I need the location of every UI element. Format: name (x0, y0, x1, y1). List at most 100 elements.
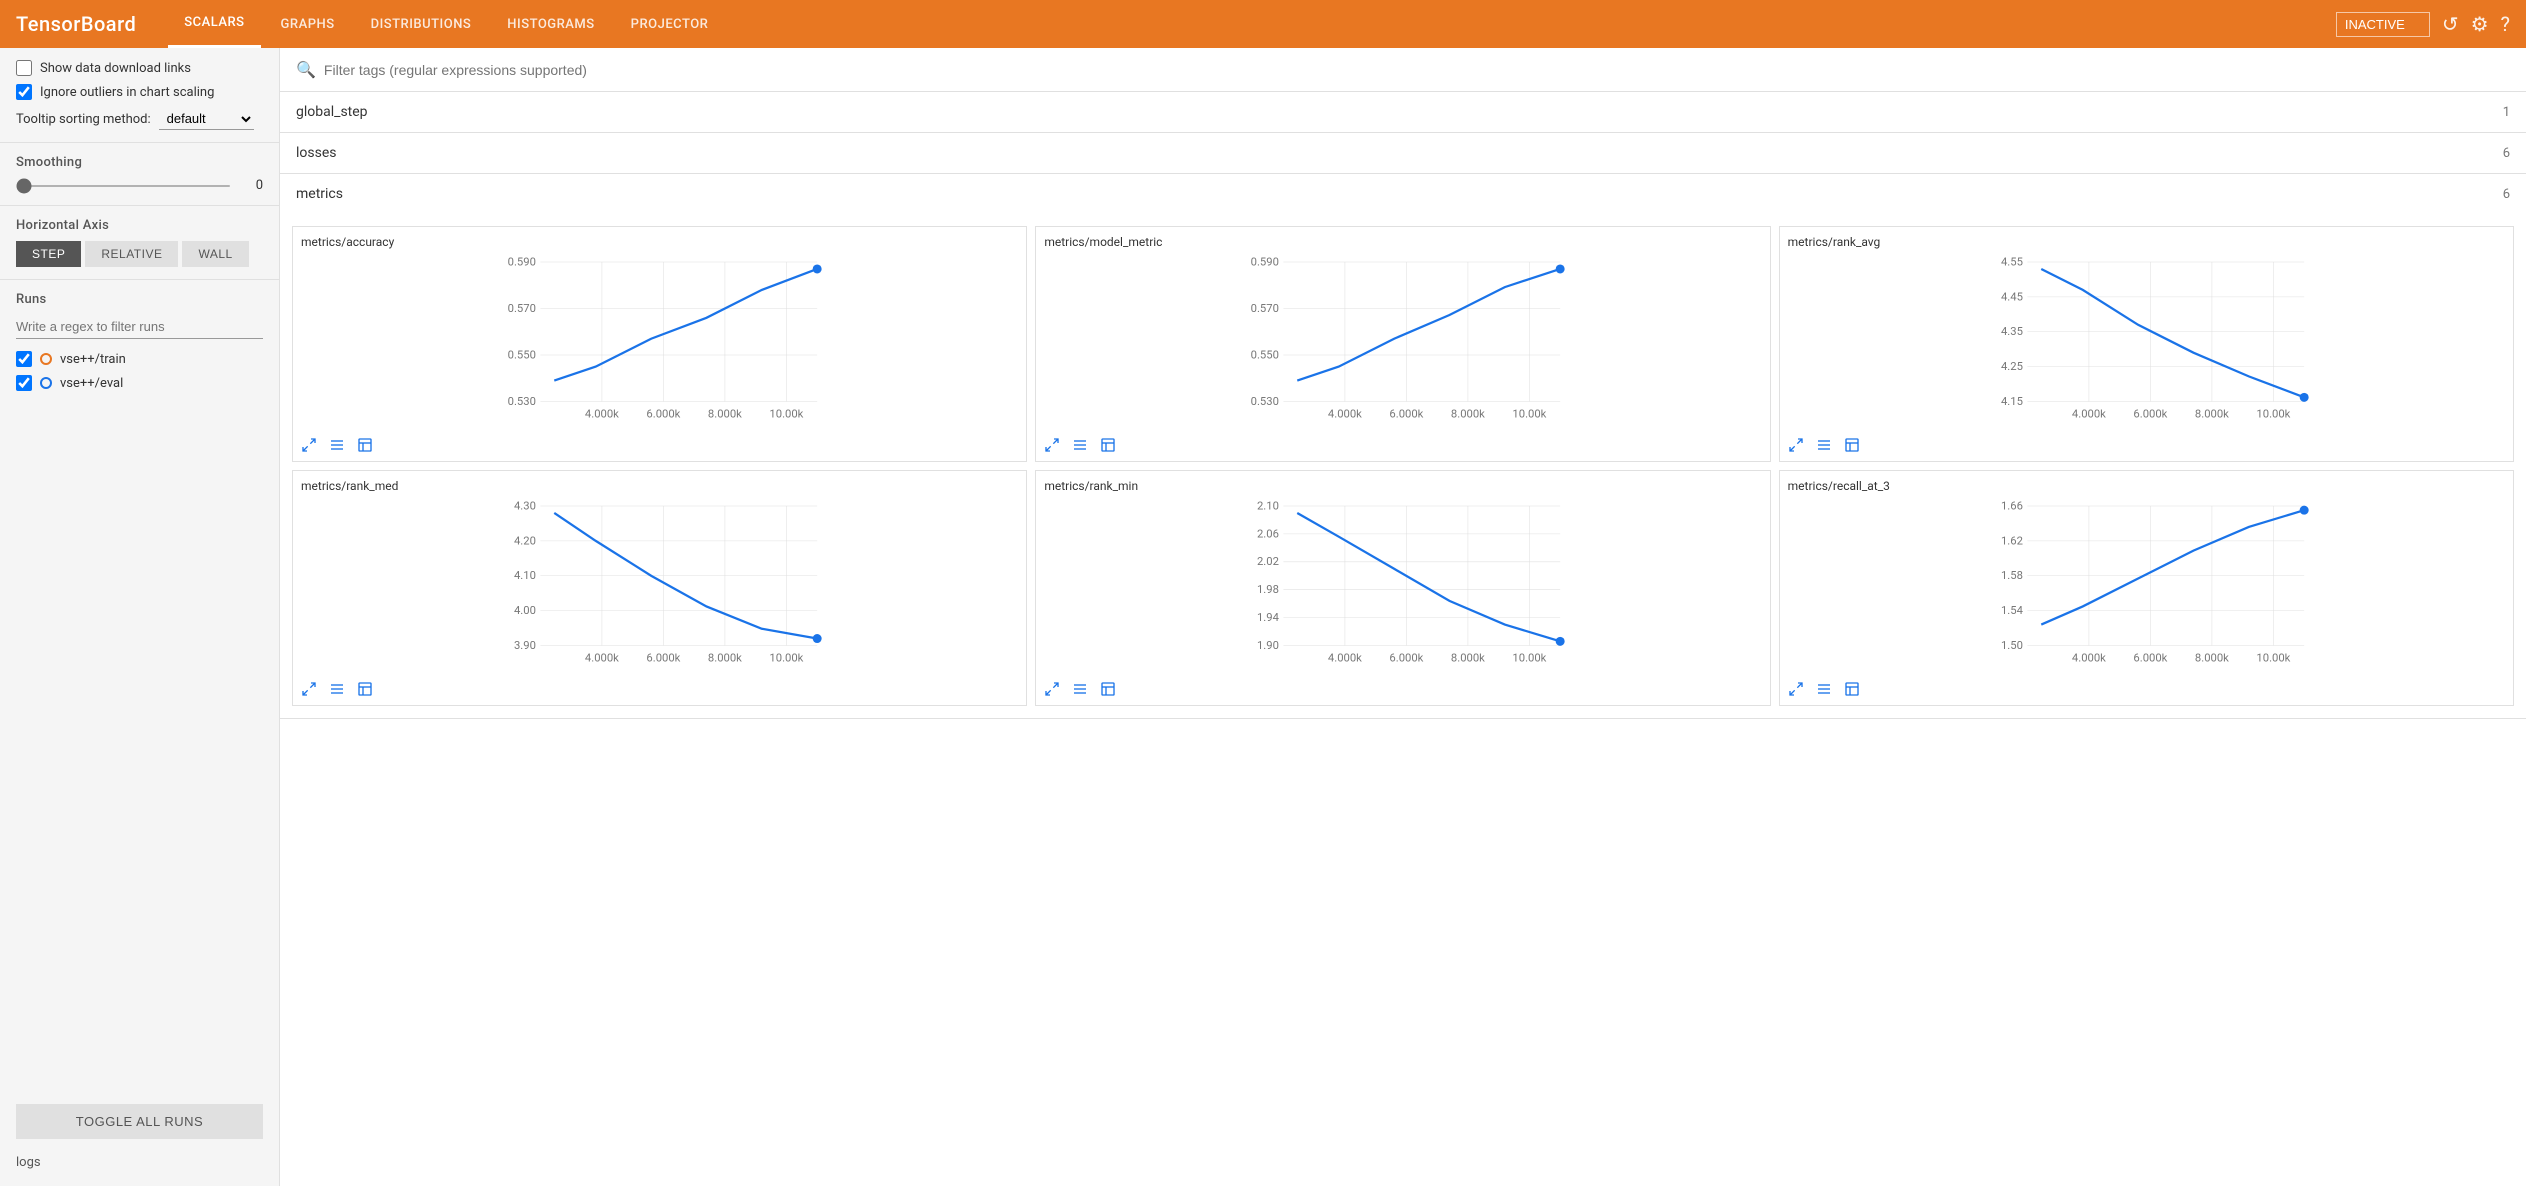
axis-btn-wall[interactable]: WALL (182, 241, 248, 267)
chart-title-5: metrics/recall_at_3 (1788, 479, 2505, 493)
toggle-all-runs-button[interactable]: TOGGLE ALL RUNS (16, 1104, 263, 1139)
svg-text:1.94: 1.94 (1257, 611, 1280, 624)
run-dot-train (40, 353, 52, 365)
data-table-icon[interactable] (329, 437, 345, 453)
expand-chart-icon[interactable] (301, 437, 317, 453)
download-chart-icon[interactable] (1844, 437, 1860, 453)
nav-distributions[interactable]: DISTRIBUTIONS (355, 0, 488, 48)
chart-area-2: 4.554.454.354.254.154.000k6.000k8.000k10… (1788, 253, 2505, 433)
data-table-icon[interactable] (1816, 437, 1832, 453)
ignore-outliers-checkbox[interactable] (16, 84, 32, 100)
run-checkbox-eval[interactable] (16, 375, 32, 391)
nav-histograms[interactable]: HISTOGRAMS (491, 0, 610, 48)
settings-icon[interactable]: ⚙ (2471, 12, 2489, 36)
svg-text:6.000k: 6.000k (2133, 651, 2167, 664)
run-label-train: vse++/train (60, 352, 126, 367)
chart-card-3: metrics/rank_med4.304.204.104.003.904.00… (292, 470, 1027, 706)
expand-chart-icon[interactable] (1788, 681, 1804, 697)
svg-text:10.00k: 10.00k (1513, 651, 1547, 664)
svg-text:8.000k: 8.000k (708, 651, 742, 664)
data-table-icon[interactable] (1072, 437, 1088, 453)
svg-text:8.000k: 8.000k (708, 407, 742, 420)
svg-text:1.58: 1.58 (2001, 569, 2023, 582)
svg-text:2.02: 2.02 (1257, 555, 1279, 568)
smoothing-slider[interactable] (16, 185, 231, 187)
runs-title: Runs (16, 292, 263, 307)
smoothing-section: Smoothing 0 (0, 142, 279, 205)
svg-text:6.000k: 6.000k (646, 651, 680, 664)
run-item-train[interactable]: vse++/train (16, 347, 263, 371)
tag-header-global-step[interactable]: global_step 1 (280, 92, 2526, 132)
axis-btn-relative[interactable]: RELATIVE (85, 241, 178, 267)
download-chart-icon[interactable] (1100, 681, 1116, 697)
tag-header-losses[interactable]: losses 6 (280, 133, 2526, 173)
main-nav: SCALARS GRAPHS DISTRIBUTIONS HISTOGRAMS … (168, 0, 2336, 48)
tag-count-losses: 6 (2503, 146, 2510, 161)
chart-card-4: metrics/rank_min2.102.062.021.981.941.90… (1035, 470, 1770, 706)
download-chart-icon[interactable] (1100, 437, 1116, 453)
tag-count-global-step: 1 (2503, 105, 2510, 120)
svg-text:10.00k: 10.00k (1513, 407, 1547, 420)
runs-filter-input[interactable] (16, 315, 263, 339)
download-chart-icon[interactable] (357, 437, 373, 453)
svg-text:1.90: 1.90 (1257, 639, 1279, 652)
svg-text:0.530: 0.530 (1251, 395, 1279, 408)
svg-text:0.590: 0.590 (1251, 255, 1279, 268)
horiz-axis-section: Horizontal Axis STEP RELATIVE WALL (0, 205, 279, 279)
chart-title-4: metrics/rank_min (1044, 479, 1761, 493)
svg-text:4.000k: 4.000k (1328, 651, 1362, 664)
chart-card-5: metrics/recall_at_31.661.621.581.541.504… (1779, 470, 2514, 706)
tag-header-metrics[interactable]: metrics 6 (280, 174, 2526, 214)
metrics-charts-grid: metrics/accuracy0.5900.5700.5500.5304.00… (280, 214, 2526, 718)
horiz-axis-title: Horizontal Axis (16, 218, 263, 233)
svg-text:8.000k: 8.000k (1451, 651, 1485, 664)
horiz-axis-buttons: STEP RELATIVE WALL (16, 241, 263, 267)
chart-title-1: metrics/model_metric (1044, 235, 1761, 249)
chart-title-3: metrics/rank_med (301, 479, 1018, 493)
run-dot-eval (40, 377, 52, 389)
data-table-icon[interactable] (329, 681, 345, 697)
run-checkbox-train[interactable] (16, 351, 32, 367)
show-download-checkbox[interactable] (16, 60, 32, 76)
svg-text:4.15: 4.15 (2001, 395, 2023, 408)
expand-chart-icon[interactable] (1044, 681, 1060, 697)
svg-text:1.54: 1.54 (2001, 604, 2024, 617)
expand-chart-icon[interactable] (1788, 437, 1804, 453)
nav-scalars[interactable]: SCALARS (168, 0, 260, 48)
svg-text:10.00k: 10.00k (2256, 651, 2290, 664)
chart-controls-2 (1788, 437, 2505, 453)
expand-chart-icon[interactable] (1044, 437, 1060, 453)
svg-text:4.20: 4.20 (514, 534, 536, 547)
status-select[interactable]: INACTIVE ACTIVE (2336, 12, 2430, 37)
svg-text:4.55: 4.55 (2001, 255, 2023, 268)
tag-section-global-step: global_step 1 (280, 92, 2526, 133)
help-icon[interactable]: ? (2501, 12, 2510, 36)
tooltip-select[interactable]: default ascending descending (159, 108, 254, 130)
chart-controls-3 (301, 681, 1018, 697)
ignore-outliers-row: Ignore outliers in chart scaling (16, 84, 263, 100)
chart-controls-1 (1044, 437, 1761, 453)
download-chart-icon[interactable] (357, 681, 373, 697)
sidebar-spacer (0, 407, 279, 1096)
run-item-eval[interactable]: vse++/eval (16, 371, 263, 395)
svg-text:6.000k: 6.000k (646, 407, 680, 420)
svg-text:6.000k: 6.000k (2133, 407, 2167, 420)
nav-graphs[interactable]: GRAPHS (265, 0, 351, 48)
chart-card-1: metrics/model_metric0.5900.5700.5500.530… (1035, 226, 1770, 462)
sidebar-options: Show data download links Ignore outliers… (0, 48, 279, 142)
svg-text:4.000k: 4.000k (585, 407, 619, 420)
refresh-icon[interactable]: ↺ (2442, 12, 2459, 36)
filter-input[interactable] (324, 62, 2510, 78)
axis-btn-step[interactable]: STEP (16, 241, 81, 267)
nav-projector[interactable]: PROJECTOR (615, 0, 725, 48)
chart-area-5: 1.661.621.581.541.504.000k6.000k8.000k10… (1788, 497, 2505, 677)
data-table-icon[interactable] (1816, 681, 1832, 697)
svg-text:3.90: 3.90 (514, 639, 536, 652)
runs-section: Runs vse++/train vse++/eval (0, 279, 279, 407)
expand-chart-icon[interactable] (301, 681, 317, 697)
data-table-icon[interactable] (1072, 681, 1088, 697)
content-area: 🔍 global_step 1 losses 6 metrics 6 metri… (280, 48, 2526, 1186)
download-chart-icon[interactable] (1844, 681, 1860, 697)
smoothing-row: 0 (16, 178, 263, 193)
svg-text:10.00k: 10.00k (769, 651, 803, 664)
